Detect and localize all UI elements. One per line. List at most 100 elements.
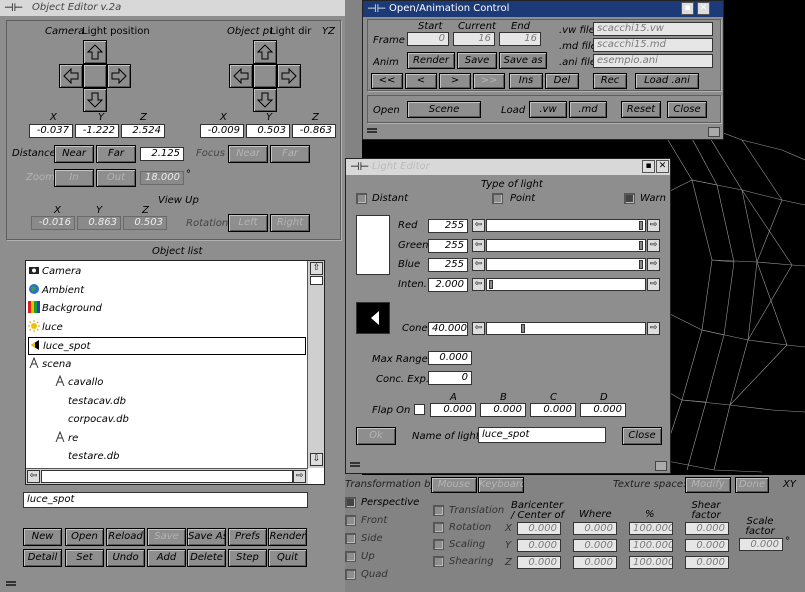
red-slider[interactable] (486, 219, 646, 232)
viewup-z-field[interactable]: 0.503 (123, 216, 167, 230)
current-frame-field[interactable]: 16 (453, 32, 495, 46)
distant-checkbox[interactable] (356, 193, 367, 204)
prefs-button[interactable]: Prefs (228, 528, 267, 546)
cone-slider[interactable] (486, 322, 646, 335)
distance-field[interactable]: 2.125 (140, 147, 184, 161)
load-ani-button[interactable]: Load .ani (635, 73, 699, 89)
reload-button[interactable]: Reload (106, 528, 145, 546)
scale-factor-field[interactable]: 0.000 (739, 538, 783, 551)
open-button[interactable]: Open (65, 528, 104, 546)
window-grip-icon[interactable] (6, 581, 16, 589)
blue-slider-right-arrow[interactable]: ⇨ (647, 258, 660, 271)
dir-down-button[interactable] (253, 88, 277, 112)
scaling-checkbox[interactable] (433, 539, 444, 550)
flap-on-checkbox[interactable] (414, 404, 425, 415)
pos-z-field[interactable]: 2.524 (121, 124, 165, 138)
list-item[interactable]: Background (28, 300, 306, 318)
prev-frame-button[interactable]: < (405, 73, 437, 89)
load-md-button[interactable]: .md (569, 101, 607, 118)
render-button[interactable]: Render (407, 52, 455, 69)
list-item[interactable]: Ambient (28, 282, 306, 300)
list-item[interactable]: luce (28, 319, 306, 337)
first-frame-button[interactable]: << (371, 73, 403, 89)
next-frame-button[interactable]: > (439, 73, 471, 89)
minimize-button[interactable]: ▪ (681, 2, 694, 15)
list-item[interactable]: testacav.db (28, 393, 306, 411)
list-hscrollbar[interactable]: ⇦ ⇨ (26, 468, 308, 484)
list-item[interactable]: scena (28, 356, 306, 374)
inten-slider-thumb[interactable] (489, 280, 493, 289)
list-vscrollbar[interactable]: ⇧ ⇩ (307, 261, 324, 468)
close-window-icon[interactable]: ✕ (697, 2, 710, 15)
view-perspective-checkbox[interactable] (345, 497, 356, 508)
where-z-field[interactable]: 0.000 (573, 556, 617, 569)
close-window-icon[interactable]: ✕ (656, 160, 669, 173)
dir-up-button[interactable] (253, 40, 277, 64)
ani-file-field[interactable]: esempio.ani (593, 54, 713, 68)
scene-button[interactable]: Scene (407, 101, 481, 118)
new-button[interactable]: New (23, 528, 62, 546)
cone-slider-thumb[interactable] (521, 324, 525, 333)
pos-y-field[interactable]: -1.222 (75, 124, 119, 138)
dir-x-field[interactable]: -0.009 (200, 124, 244, 138)
blue-slider[interactable] (486, 258, 646, 271)
inten-slider-left-arrow[interactable]: ⇦ (472, 278, 485, 291)
window-grip-icon[interactable] (367, 128, 377, 136)
red-slider-right-arrow[interactable]: ⇨ (647, 219, 660, 232)
flap-a-field[interactable]: 0.000 (430, 403, 476, 417)
ins-button[interactable]: Ins (509, 73, 543, 89)
render-button[interactable]: Render (268, 528, 307, 546)
scroll-down-arrow[interactable]: ⇩ (310, 453, 323, 466)
anim-save-button[interactable]: Save (457, 52, 497, 69)
anim-close-button[interactable]: Close (667, 101, 707, 118)
animation-titlebar[interactable]: ⊣⊢ Open/Animation Control ▪ ✕ (363, 1, 723, 17)
dir-y-field[interactable]: 0.503 (246, 124, 290, 138)
view-up-checkbox[interactable] (345, 551, 356, 562)
viewup-y-field[interactable]: 0.863 (77, 216, 121, 230)
percent-z-field[interactable]: 100.000 (629, 556, 673, 569)
save-as-button[interactable]: Save As (187, 528, 226, 546)
flap-b-field[interactable]: 0.000 (480, 403, 526, 417)
pin-icon[interactable]: ⊣⊢ (367, 2, 386, 15)
rec-button[interactable]: Rec (593, 73, 627, 89)
zoom-in-button[interactable]: In (54, 169, 94, 187)
pin-icon[interactable]: ⊣⊢ (350, 160, 369, 173)
set-button[interactable]: Set (65, 549, 104, 567)
shearing-checkbox[interactable] (433, 556, 444, 567)
resize-handle-icon[interactable] (655, 461, 667, 471)
selected-object-name-field[interactable]: luce_spot (23, 492, 308, 508)
shear-y-field[interactable]: 0.000 (685, 539, 729, 552)
light-titlebar[interactable]: ⊣⊢ Light Editor ▪ ✕ (346, 159, 670, 175)
load-vw-button[interactable]: .vw (529, 101, 567, 118)
move-down-button[interactable] (83, 88, 107, 112)
start-frame-field[interactable]: 0 (407, 32, 449, 46)
barycenter-z-field[interactable]: 0.000 (517, 556, 561, 569)
green-slider-left-arrow[interactable]: ⇦ (472, 239, 485, 252)
focus-near-button[interactable]: Near (228, 145, 268, 163)
del-button[interactable]: Del (545, 73, 579, 89)
inten-slider[interactable] (486, 278, 646, 291)
last-frame-button[interactable]: >> (473, 73, 505, 89)
red-slider-left-arrow[interactable]: ⇦ (472, 219, 485, 232)
save-button[interactable]: Save (147, 528, 186, 546)
red-value-field[interactable]: 255 (428, 219, 468, 233)
rotation-checkbox[interactable] (433, 522, 444, 533)
list-item[interactable]: testare.db (28, 448, 306, 466)
red-slider-thumb[interactable] (639, 221, 643, 230)
percent-x-field[interactable]: 100.000 (629, 522, 673, 535)
undo-button[interactable]: Undo (106, 549, 145, 567)
done-button[interactable]: Done (735, 477, 769, 493)
view-quad-checkbox[interactable] (345, 569, 356, 580)
max-range-field[interactable]: 0.000 (428, 351, 472, 365)
vw-file-field[interactable]: scacchi15.vw (593, 22, 713, 36)
zoom-out-button[interactable]: Out (96, 169, 136, 187)
view-front-checkbox[interactable] (345, 515, 356, 526)
barycenter-y-field[interactable]: 0.000 (517, 539, 561, 552)
green-value-field[interactable]: 255 (428, 239, 468, 253)
blue-slider-left-arrow[interactable]: ⇦ (472, 258, 485, 271)
blue-slider-thumb[interactable] (639, 260, 643, 269)
rotate-right-button[interactable]: Right (270, 214, 310, 232)
shear-z-field[interactable]: 0.000 (685, 556, 729, 569)
percent-y-field[interactable]: 100.000 (629, 539, 673, 552)
reset-button[interactable]: Reset (621, 101, 661, 118)
